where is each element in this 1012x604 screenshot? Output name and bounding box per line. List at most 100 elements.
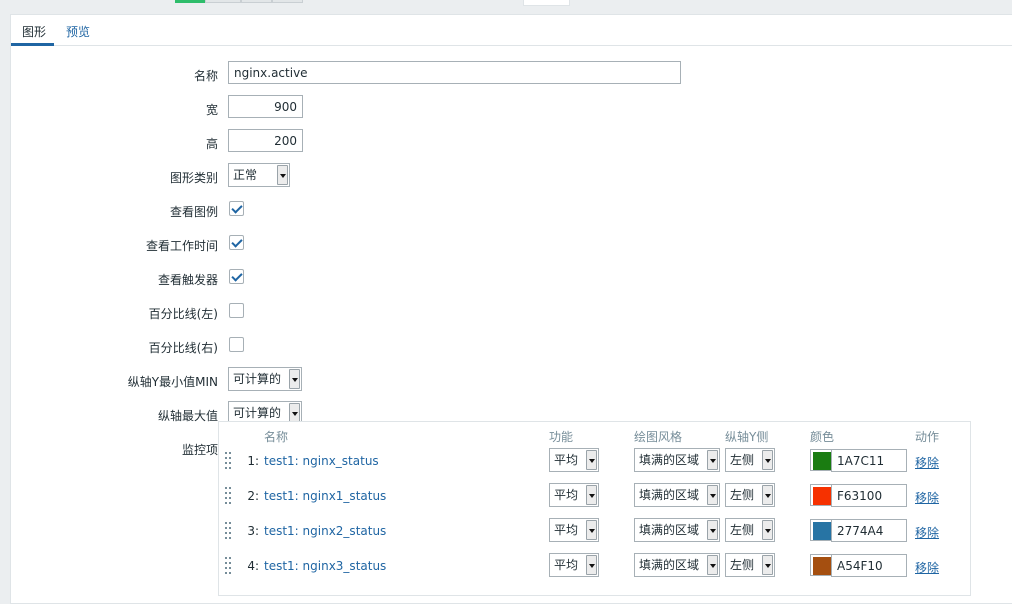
- items-label: 监控项: [181, 443, 218, 457]
- remove-item-link[interactable]: 移除: [915, 559, 939, 576]
- color-swatch-fill: [813, 487, 831, 505]
- chevron-down-icon: [586, 555, 597, 575]
- width-label: 宽: [205, 103, 218, 117]
- table-row: 3: test1: nginx2_status 平均 填满的区域 左侧 移除: [219, 518, 970, 548]
- items-table: 名称 功能 绘图风格 纵轴Y侧 颜色 动作 1: test1: nginx_sta…: [218, 421, 971, 596]
- show-legend-checkbox[interactable]: [229, 201, 244, 216]
- graph-type-value: 正常: [233, 168, 258, 182]
- function-select[interactable]: 平均: [549, 518, 599, 542]
- show-triggers-checkbox[interactable]: [229, 269, 244, 284]
- tab-graph[interactable]: 图形: [22, 23, 46, 40]
- item-name-link[interactable]: test1: nginx2_status: [264, 524, 386, 538]
- column-header-y-axis-side: 纵轴Y侧: [725, 430, 769, 444]
- chevron-down-icon: [289, 403, 300, 423]
- function-value: 平均: [554, 558, 579, 572]
- active-tab-indicator: [11, 43, 54, 46]
- ymax-value: 可计算的: [233, 406, 282, 420]
- chevron-down-icon: [707, 555, 718, 575]
- color-picker-swatch[interactable]: [810, 449, 832, 471]
- draw-style-value: 填满的区域: [639, 453, 700, 467]
- table-row: 2: test1: nginx1_status 平均 填满的区域 左侧 移除: [219, 483, 970, 513]
- item-number: 3:: [247, 524, 259, 538]
- ymin-label: 纵轴Y最小值MIN: [127, 375, 218, 389]
- color-picker-swatch[interactable]: [810, 519, 832, 541]
- chevron-down-icon: [586, 520, 597, 540]
- color-swatch-fill: [813, 557, 831, 575]
- drag-handle-icon[interactable]: [225, 522, 231, 539]
- remove-item-link[interactable]: 移除: [915, 454, 939, 471]
- draw-style-value: 填满的区域: [639, 523, 700, 537]
- name-input[interactable]: [228, 61, 681, 84]
- draw-style-select[interactable]: 填满的区域: [634, 448, 720, 472]
- show-work-period-label: 查看工作时间: [145, 239, 218, 253]
- view-segment[interactable]: [272, 0, 303, 3]
- y-axis-side-select[interactable]: 左侧: [725, 553, 775, 577]
- graph-type-select[interactable]: 正常: [228, 163, 290, 187]
- item-number: 2:: [247, 489, 259, 503]
- chevron-down-icon: [277, 165, 288, 185]
- y-axis-side-select[interactable]: 左侧: [725, 448, 775, 472]
- ymin-select[interactable]: 可计算的: [228, 367, 302, 391]
- show-legend-label: 查看图例: [169, 205, 218, 219]
- draw-style-value: 填满的区域: [639, 558, 700, 572]
- item-name-link[interactable]: test1: nginx_status: [264, 454, 379, 468]
- draw-style-value: 填满的区域: [639, 488, 700, 502]
- chevron-down-icon: [707, 450, 718, 470]
- width-input[interactable]: [228, 95, 303, 118]
- chevron-down-icon: [586, 485, 597, 505]
- column-header-draw-style: 绘图风格: [634, 430, 683, 444]
- item-number: 1:: [247, 454, 259, 468]
- top-toolbar-strip: [0, 0, 1012, 14]
- chevron-down-icon: [762, 555, 773, 575]
- drag-handle-icon[interactable]: [225, 452, 231, 469]
- color-swatch-fill: [813, 452, 831, 470]
- color-hex-input[interactable]: [831, 484, 907, 507]
- draw-style-select[interactable]: 填满的区域: [634, 483, 720, 507]
- name-label: 名称: [193, 69, 218, 83]
- view-segment[interactable]: [205, 0, 241, 3]
- chevron-down-icon: [762, 485, 773, 505]
- height-label: 高: [205, 137, 218, 151]
- y-axis-side-value: 左侧: [730, 488, 755, 502]
- function-select[interactable]: 平均: [549, 483, 599, 507]
- graph-type-label: 图形类别: [169, 171, 218, 185]
- chevron-down-icon: [762, 450, 773, 470]
- remove-item-link[interactable]: 移除: [915, 524, 939, 541]
- chevron-down-icon: [707, 520, 718, 540]
- percentile-right-checkbox[interactable]: [229, 337, 244, 352]
- drag-handle-icon[interactable]: [225, 487, 231, 504]
- percentile-right-label: 百分比线(右): [148, 341, 218, 355]
- view-segment[interactable]: [241, 0, 272, 3]
- item-name-link[interactable]: test1: nginx3_status: [264, 559, 386, 573]
- column-header-action: 动作: [915, 430, 940, 444]
- function-value: 平均: [554, 453, 579, 467]
- ymax-label: 纵轴最大值: [157, 409, 218, 423]
- function-select[interactable]: 平均: [549, 553, 599, 577]
- color-picker-swatch[interactable]: [810, 554, 832, 576]
- y-axis-side-select[interactable]: 左侧: [725, 483, 775, 507]
- tab-bar: 图形 预览: [11, 15, 1012, 46]
- column-header-name: 名称: [264, 430, 289, 444]
- height-input[interactable]: [228, 129, 303, 152]
- color-hex-input[interactable]: [831, 519, 907, 542]
- color-hex-input[interactable]: [831, 554, 907, 577]
- color-hex-input[interactable]: [831, 449, 907, 472]
- remove-item-link[interactable]: 移除: [915, 489, 939, 506]
- tab-preview[interactable]: 预览: [66, 23, 90, 40]
- drag-handle-icon[interactable]: [225, 557, 231, 574]
- view-segment-active[interactable]: [175, 0, 205, 3]
- y-axis-side-value: 左侧: [730, 523, 755, 537]
- color-picker-swatch[interactable]: [810, 484, 832, 506]
- show-work-period-checkbox[interactable]: [229, 235, 244, 250]
- color-swatch-fill: [813, 522, 831, 540]
- function-select[interactable]: 平均: [549, 448, 599, 472]
- column-header-function: 功能: [549, 430, 574, 444]
- chevron-down-icon: [586, 450, 597, 470]
- draw-style-select[interactable]: 填满的区域: [634, 518, 720, 542]
- top-input-box[interactable]: [523, 0, 570, 6]
- draw-style-select[interactable]: 填满的区域: [634, 553, 720, 577]
- y-axis-side-select[interactable]: 左侧: [725, 518, 775, 542]
- function-value: 平均: [554, 523, 579, 537]
- item-name-link[interactable]: test1: nginx1_status: [264, 489, 386, 503]
- percentile-left-checkbox[interactable]: [229, 303, 244, 318]
